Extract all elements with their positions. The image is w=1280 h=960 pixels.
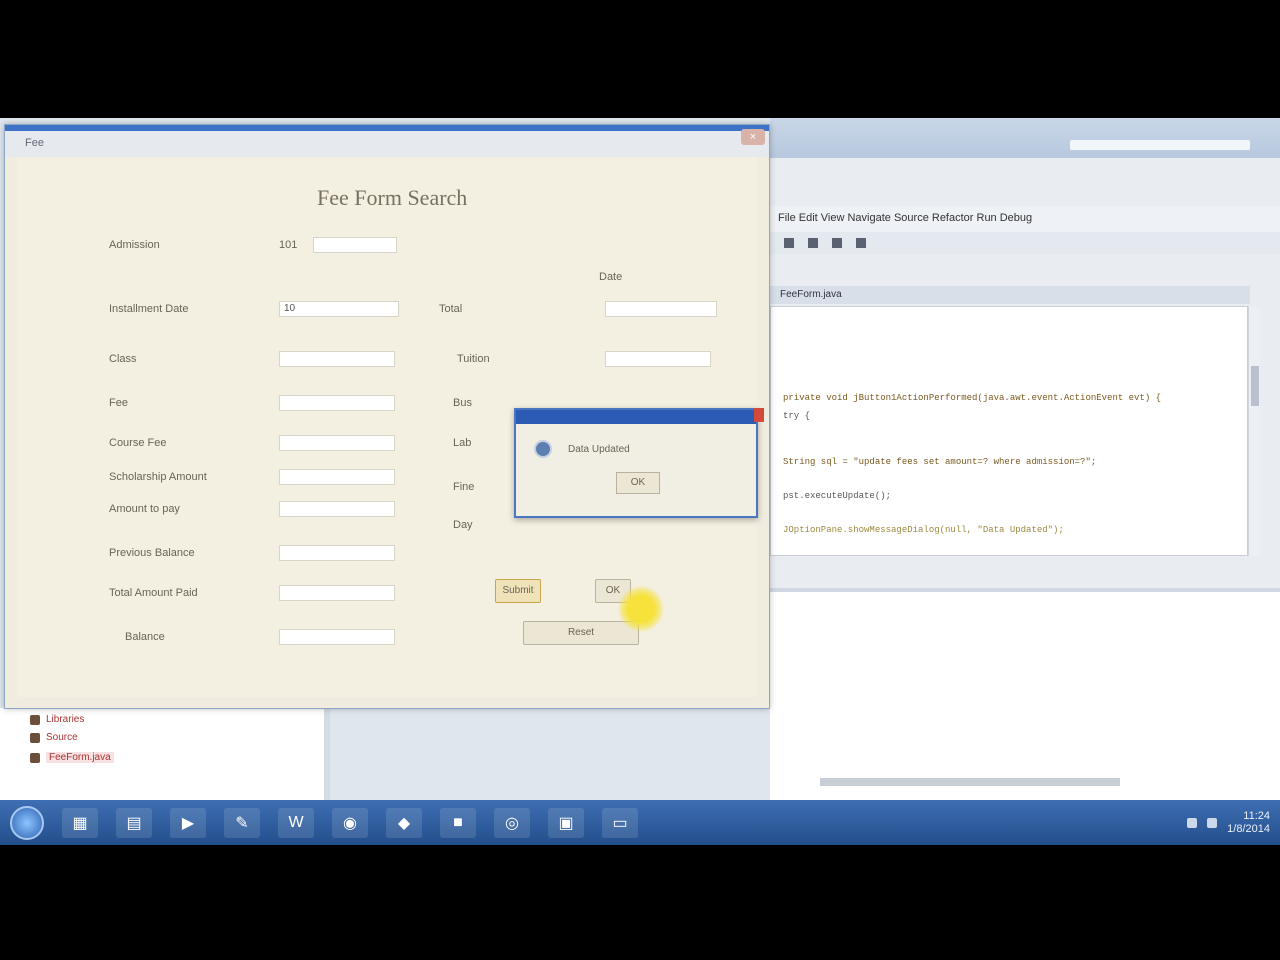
info-icon: [534, 440, 552, 458]
tree-item-label: Source: [46, 732, 78, 743]
ide-window: File Edit View Navigate Source Refactor …: [770, 118, 1280, 803]
system-tray: 11:24 1/8/2014: [1090, 800, 1280, 845]
form-titlebar[interactable]: Fee: [5, 125, 769, 157]
installment-date-label: Installment Date: [109, 303, 189, 315]
code-line: private void jButton1ActionPerformed(jav…: [783, 393, 1162, 403]
admission-value: 101: [279, 239, 298, 251]
code-line: pst.executeUpdate();: [783, 491, 892, 501]
day-label: Day: [453, 519, 473, 531]
chrome-icon[interactable]: ◉: [332, 807, 368, 838]
code-line: JOptionPane.showMessageDialog(null, "Dat…: [783, 525, 1064, 535]
folder-icon[interactable]: ▤: [116, 807, 152, 838]
start-button[interactable]: [10, 805, 44, 840]
output-panel: [770, 588, 1280, 803]
course-fee-label: Course Fee: [109, 437, 167, 449]
message-dialog: Data Updated OK: [514, 408, 764, 518]
fee-input[interactable]: [279, 395, 395, 411]
date-label: Date: [599, 271, 623, 283]
total-amount-paid-input[interactable]: [279, 585, 395, 601]
dialog-message: Data Updated: [568, 444, 630, 455]
clock-date: 1/8/2014: [1227, 822, 1270, 835]
class-label: Class: [109, 353, 137, 365]
tuition-input[interactable]: [605, 351, 711, 367]
balance-input[interactable]: [279, 629, 395, 645]
app-icon[interactable]: ◆: [386, 807, 422, 838]
lab-label: Lab: [453, 437, 472, 449]
amount-to-pay-label: Amount to pay: [109, 503, 180, 515]
desktop-screen: File Edit View Navigate Source Refactor …: [0, 118, 1280, 845]
editor-scrollbar[interactable]: [1248, 306, 1260, 556]
scrollbar-thumb[interactable]: [1251, 366, 1259, 406]
code-line: try {: [783, 411, 811, 421]
ide-toolbar[interactable]: [770, 232, 1280, 254]
ok-button[interactable]: OK: [595, 579, 631, 603]
bus-label: Bus: [453, 397, 472, 409]
ide-menu-bar[interactable]: File Edit View Navigate Source Refactor …: [770, 206, 1280, 232]
scholarship-label: Scholarship Amount: [109, 471, 207, 483]
tree-item[interactable]: Source: [30, 732, 78, 743]
course-fee-input[interactable]: [279, 435, 395, 451]
stop-icon[interactable]: [832, 238, 842, 248]
volume-icon[interactable]: [1207, 817, 1218, 828]
installment-date-input[interactable]: 10: [279, 301, 399, 317]
tree-item[interactable]: FeeForm.java: [30, 752, 114, 763]
run-icon[interactable]: [784, 238, 794, 248]
amount-to-pay-input[interactable]: [279, 501, 395, 517]
previous-balance-input[interactable]: [279, 545, 395, 561]
fine-label: Fine: [453, 481, 475, 493]
tree-item[interactable]: Libraries: [30, 714, 84, 725]
dialog-titlebar[interactable]: [516, 408, 764, 424]
editor-tab[interactable]: FeeForm.java: [770, 286, 1250, 304]
ide-titlebar: [770, 118, 1280, 158]
total-amount-paid-label: Total Amount Paid: [109, 587, 198, 599]
java-icon[interactable]: ■: [440, 807, 476, 838]
balance-label: Balance: [125, 631, 165, 643]
scholarship-input[interactable]: [279, 469, 395, 485]
fee-label: Fee: [109, 397, 128, 409]
dialog-close-icon[interactable]: [754, 408, 764, 422]
explorer-icon[interactable]: ▦: [62, 807, 98, 838]
reset-button[interactable]: Reset: [523, 621, 639, 645]
status-bar: [820, 778, 1120, 786]
tuition-label: Tuition: [457, 353, 490, 365]
package-icon: [30, 714, 40, 725]
code-editor[interactable]: private void jButton1ActionPerformed(jav…: [770, 306, 1248, 556]
build-icon[interactable]: [856, 238, 866, 248]
close-icon[interactable]: ×: [741, 129, 765, 145]
file-icon: [30, 752, 40, 763]
class-input[interactable]: [279, 351, 395, 367]
paint-icon[interactable]: ✎: [224, 807, 260, 838]
clock-time: 11:24: [1243, 809, 1270, 822]
previous-balance-label: Previous Balance: [109, 547, 195, 559]
admission-label: Admission: [109, 239, 160, 251]
project-panel: Libraries Source FeeForm.java: [0, 708, 330, 803]
tree-item-label: Libraries: [46, 714, 85, 725]
admission-input[interactable]: [313, 237, 397, 253]
ide-search-box[interactable]: [1070, 140, 1250, 150]
total-label: Total: [439, 303, 463, 315]
network-icon[interactable]: ◎: [494, 807, 530, 838]
dialog-ok-button[interactable]: OK: [616, 472, 660, 494]
word-icon[interactable]: W: [278, 807, 314, 838]
ide-icon[interactable]: ▣: [548, 807, 584, 838]
debug-icon[interactable]: [808, 238, 818, 248]
submit-button[interactable]: Submit: [495, 579, 541, 603]
clock[interactable]: 11:24 1/8/2014: [1227, 810, 1270, 836]
total-input[interactable]: [605, 301, 717, 317]
code-line: String sql = "update fees set amount=? w…: [783, 457, 1097, 467]
package-icon: [30, 732, 40, 743]
notepad-icon[interactable]: ▭: [602, 807, 638, 838]
taskbar: ▦ ▤ ▶ ✎ W ◉ ◆ ■ ◎ ▣ ▭ 11:24 1/8/2014: [0, 800, 1280, 845]
form-heading: Fee Form Search: [317, 185, 468, 210]
media-icon[interactable]: ▶: [170, 807, 206, 838]
window-title: Fee: [25, 137, 44, 149]
tree-item-label: FeeForm.java: [46, 752, 114, 763]
network-tray-icon[interactable]: [1187, 817, 1198, 828]
